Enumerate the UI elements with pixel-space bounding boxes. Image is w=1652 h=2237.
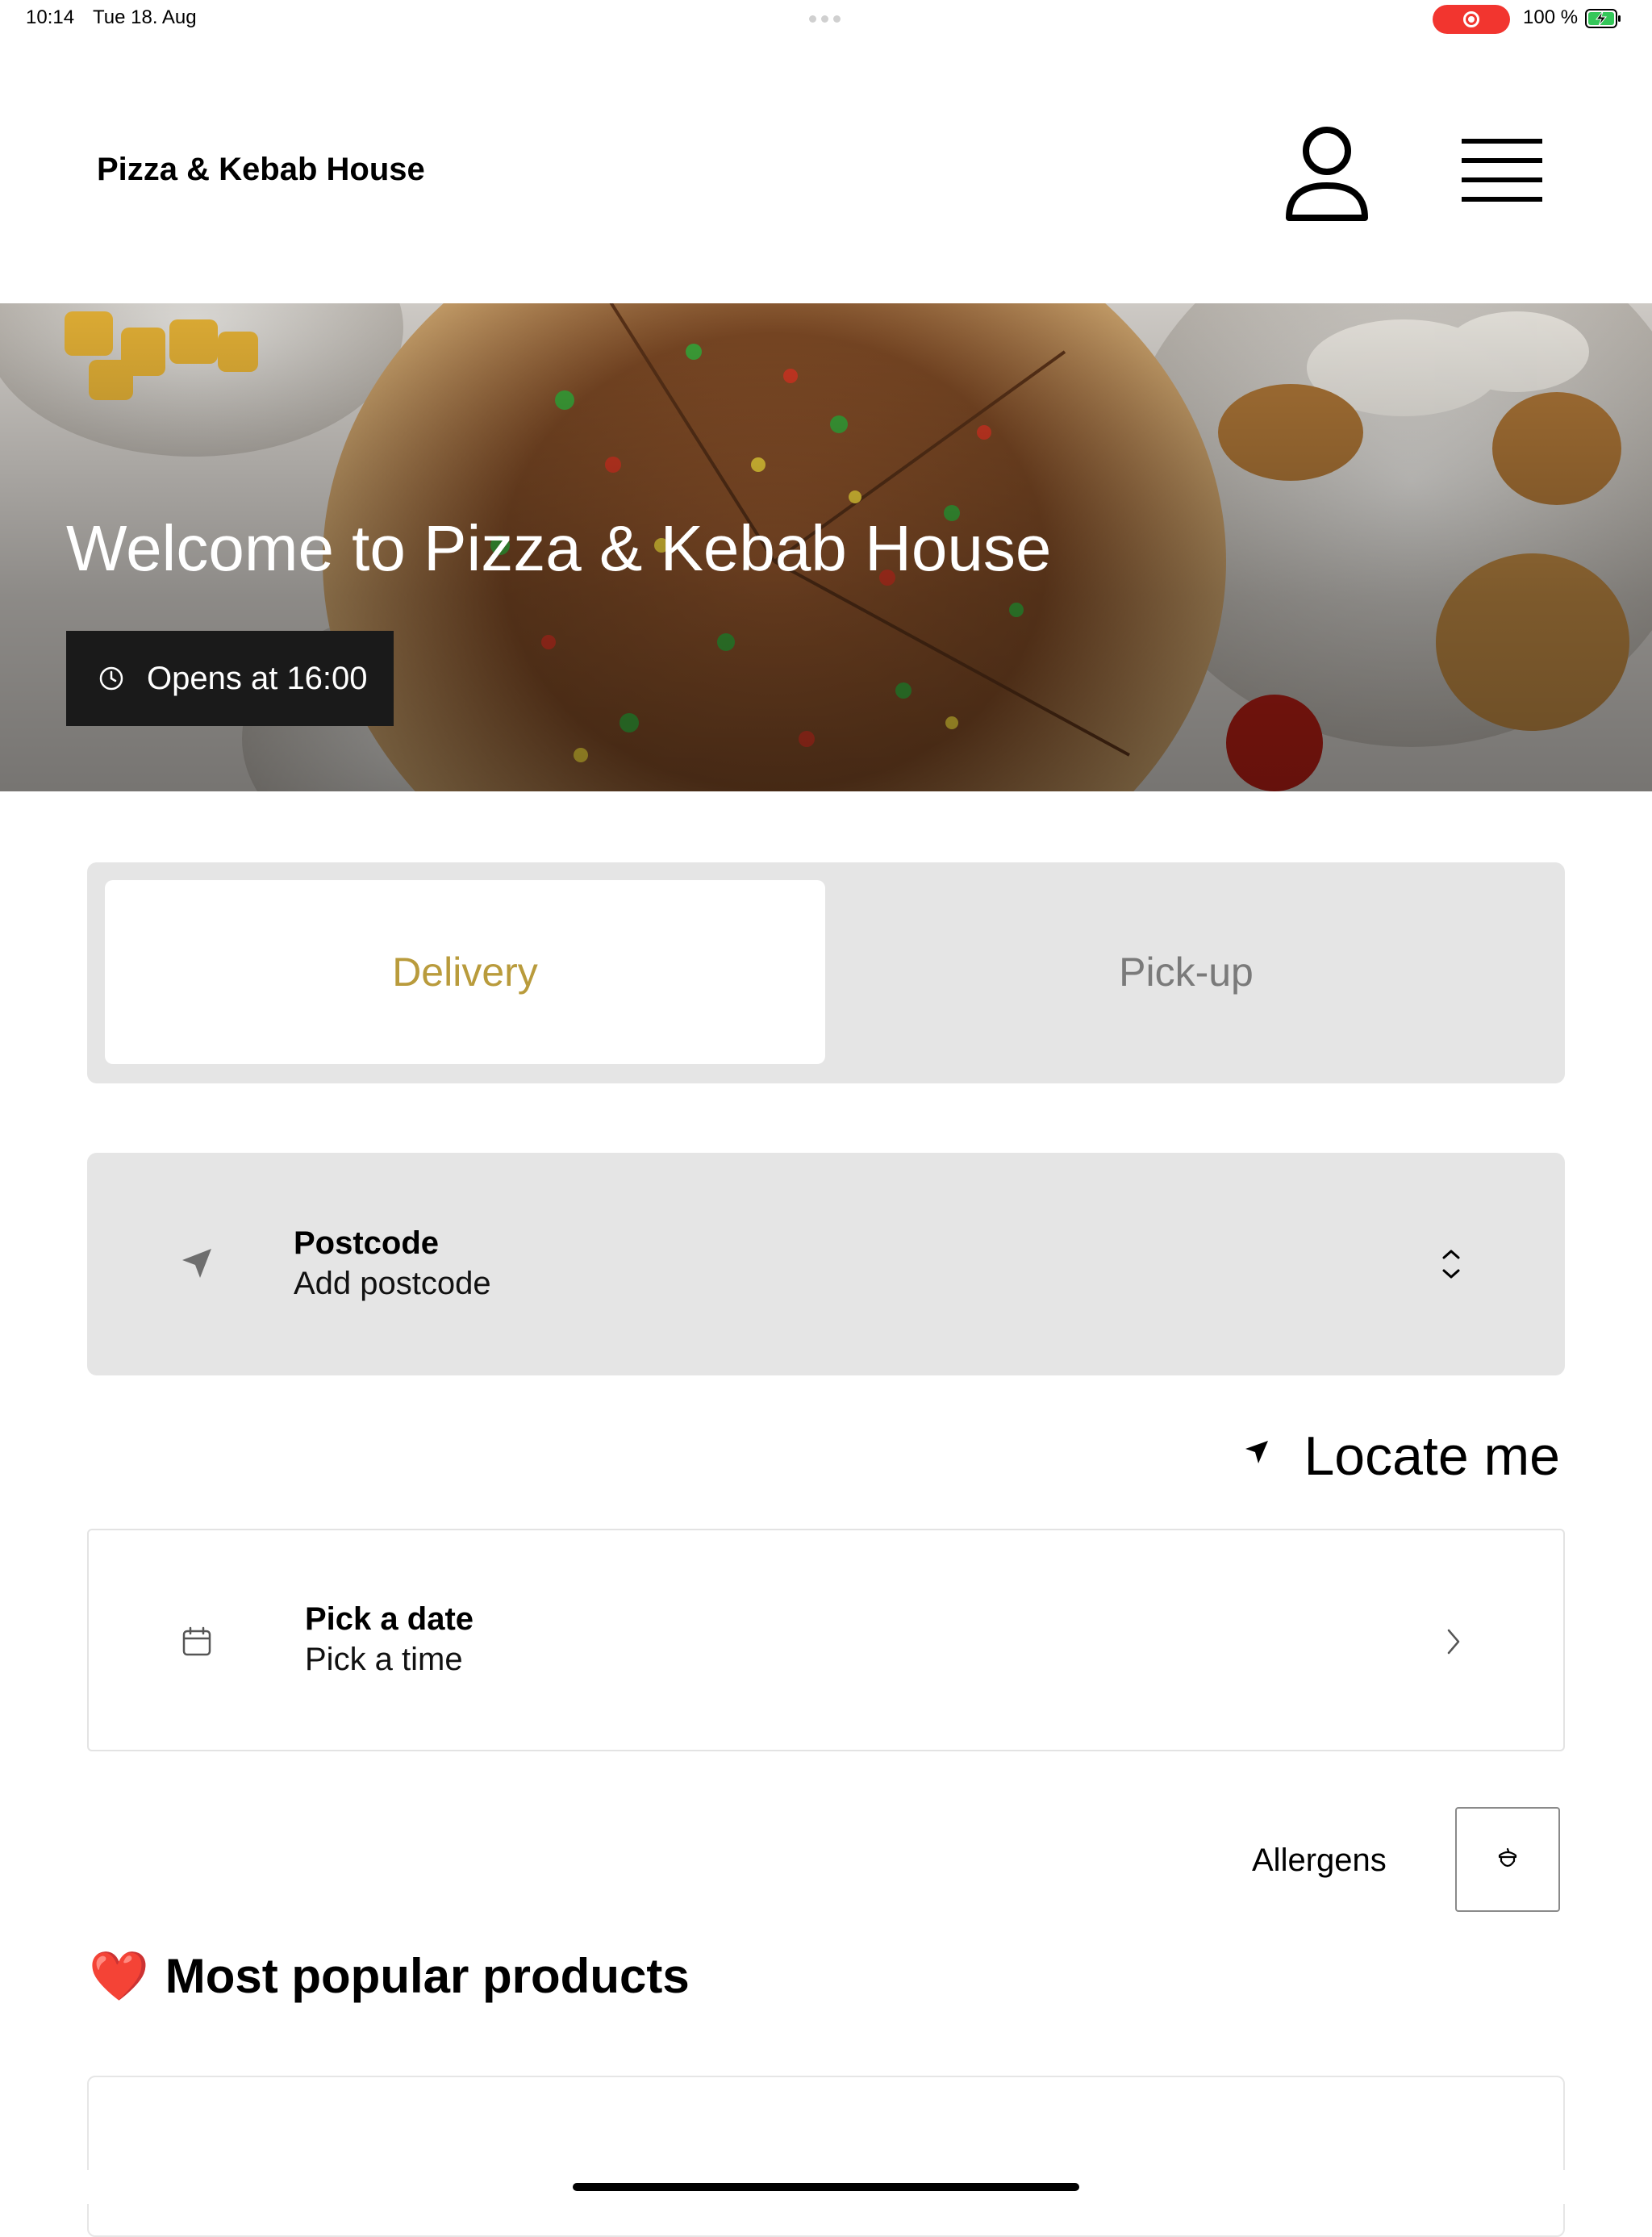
hero-banner: Welcome to Pizza & Kebab House Opens at … (0, 303, 1652, 791)
restaurant-name[interactable]: Pizza & Kebab House (97, 152, 425, 188)
order-type-switch: Delivery Pick-up (87, 862, 1565, 1083)
location-arrow-icon (1245, 1441, 1268, 1463)
date-time-picker[interactable]: Pick a date Pick a time (87, 1529, 1565, 1751)
status-date: Tue 18. Aug (93, 6, 197, 28)
popular-title-text: Most popular products (165, 1949, 690, 2003)
allergens-label: Allergens (1252, 1843, 1387, 1878)
calendar-icon (182, 1626, 211, 1656)
screen-recording-indicator[interactable] (1433, 5, 1510, 34)
postcode-selector[interactable]: Postcode Add postcode (87, 1153, 1565, 1375)
opening-hours-text: Opens at 16:00 (147, 660, 368, 696)
tab-pickup[interactable]: Pick-up (826, 880, 1546, 1064)
home-indicator[interactable] (573, 2183, 1079, 2191)
time-value: Pick a time (305, 1642, 463, 1677)
multitasking-dots[interactable] (809, 15, 841, 23)
clock-icon (99, 666, 123, 691)
record-icon (1463, 11, 1479, 27)
user-icon[interactable] (1283, 123, 1371, 223)
tab-delivery[interactable]: Delivery (105, 880, 825, 1064)
hamburger-menu-icon[interactable] (1458, 134, 1546, 211)
navigation-arrow-icon (182, 1249, 211, 1278)
allergens-button[interactable] (1455, 1807, 1560, 1912)
welcome-title: Welcome to Pizza & Kebab House (66, 512, 1052, 584)
acorn-icon (1498, 1847, 1517, 1868)
status-time: 10:14 (26, 6, 75, 28)
heart-icon: ❤️ (89, 1949, 149, 2003)
section-title-popular: ❤️ Most popular products (89, 1947, 690, 2005)
product-card[interactable] (87, 2076, 1565, 2237)
opening-hours-badge: Opens at 16:00 (66, 631, 394, 726)
locate-me-label: Locate me (1304, 1425, 1560, 1487)
chevron-right-icon (1447, 1629, 1460, 1655)
postcode-value: Add postcode (294, 1266, 491, 1301)
status-bar: 10:14 Tue 18. Aug 100 % (0, 0, 1652, 39)
battery-percentage: 100 % (1523, 6, 1579, 28)
chevron-up-down-icon (1442, 1250, 1460, 1279)
postcode-label: Postcode (294, 1225, 440, 1261)
date-label: Pick a date (305, 1601, 474, 1637)
locate-me-button[interactable]: Locate me (1242, 1420, 1565, 1488)
app-header: Pizza & Kebab House (0, 39, 1652, 303)
battery-charging-icon (1585, 9, 1621, 28)
